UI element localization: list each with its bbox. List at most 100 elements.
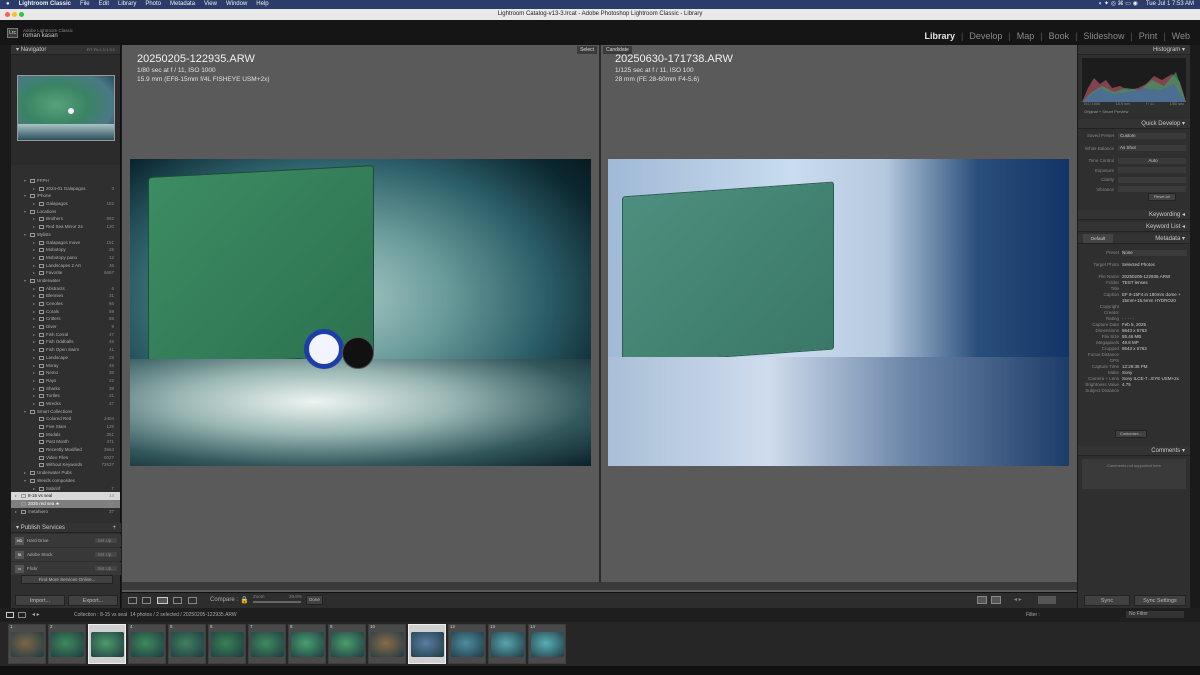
import-button[interactable]: Import...: [15, 595, 65, 606]
publish-setup-button[interactable]: Set Up...: [95, 538, 117, 543]
navigator-thumbnail[interactable]: [17, 75, 115, 141]
nav-arrows-icon[interactable]: ◂ ▸: [32, 611, 40, 618]
collection-row[interactable]: ▸ Rays 22: [11, 377, 120, 385]
people-view-icon[interactable]: [188, 597, 197, 604]
collection-row[interactable]: ▾ FFPH: [11, 177, 120, 185]
collection-row[interactable]: ▸ Wrecks 47: [11, 400, 120, 408]
apple-icon[interactable]: ●: [6, 0, 10, 9]
collection-row[interactable]: ▸ metahiero 37: [11, 508, 120, 516]
sync-settings-button[interactable]: Sync Settings: [1134, 595, 1186, 606]
menu-photo[interactable]: Photo: [145, 0, 161, 9]
filmstrip-thumbnail[interactable]: 6: [208, 624, 246, 664]
collection-row[interactable]: ▸ 2024-01 Galapagos 3: [11, 185, 120, 193]
swap-icon[interactable]: [977, 596, 987, 604]
keyword-list-header[interactable]: Keyword List ◂: [1078, 222, 1190, 232]
toolbar-menu-icon[interactable]: [1038, 596, 1056, 604]
quick-develop-header[interactable]: Quick Develop ▾: [1078, 119, 1190, 129]
metadata-value[interactable]: EF 8-15F4 in 180mm dome + 15mm+15.5mm HY…: [1122, 292, 1187, 304]
collection-row[interactable]: ▸ Red Sea Mirror 24 130: [11, 223, 120, 231]
collection-row[interactable]: Without Keywords 72637: [11, 461, 120, 469]
publish-header[interactable]: ▾ Publish Services +: [11, 523, 121, 533]
app-menu[interactable]: Lightroom Classic: [19, 0, 71, 9]
collection-row[interactable]: Colored Red 2404: [11, 415, 120, 423]
survey-view-icon[interactable]: [173, 597, 182, 604]
filmstrip-source[interactable]: Collection : 8-15 vs seal: [74, 612, 127, 618]
select-photo[interactable]: [130, 159, 591, 466]
metadata-row[interactable]: Subject Distance: [1078, 388, 1190, 394]
collection-row[interactable]: ▸ Underwater Pubs: [11, 469, 120, 477]
compare-view-icon[interactable]: [157, 597, 168, 604]
collection-row[interactable]: Modals 351: [11, 431, 120, 439]
publish-service-row[interactable]: HD Hard Drive Set Up...: [11, 534, 121, 547]
collection-row[interactable]: ▸ Landscape 29: [11, 354, 120, 362]
candidate-pane[interactable]: Candidate 20250630-171738.ARW 1/125 sec …: [601, 45, 1077, 590]
filmstrip-thumbnail[interactable]: 9: [328, 624, 366, 664]
collection-row[interactable]: ▸ Blennies 31: [11, 292, 120, 300]
collection-row[interactable]: ▸ Moray 46: [11, 362, 120, 370]
collection-row[interactable]: ▾ iPhone: [11, 192, 120, 200]
done-button[interactable]: Done: [306, 595, 323, 605]
collection-row[interactable]: ▸ Corals 59: [11, 308, 120, 316]
add-publish-icon[interactable]: +: [112, 523, 116, 532]
collection-row[interactable]: ▸ Galapagos 182: [11, 200, 120, 208]
collection-row[interactable]: Five Stars 125: [11, 423, 120, 431]
collection-row[interactable]: ▸ Cenotes 66: [11, 300, 120, 308]
collection-row[interactable]: ▾ Smart Collections: [11, 408, 120, 416]
publish-service-row[interactable]: St Adobe Stock Set Up...: [11, 548, 121, 561]
collection-row[interactable]: ▸ 2025 red sea ★ 956: [11, 499, 120, 508]
sync-button[interactable]: Sync: [1084, 595, 1130, 606]
reset-all-button[interactable]: Reset All: [1148, 193, 1176, 201]
module-library[interactable]: Library: [924, 31, 955, 41]
filmstrip-thumbnail[interactable]: 13: [488, 624, 526, 664]
comments-header[interactable]: Comments ▾: [1078, 446, 1190, 456]
collection-row[interactable]: ▾ Mylists: [11, 231, 120, 239]
export-button[interactable]: Export...: [68, 595, 118, 606]
histogram[interactable]: [1082, 58, 1186, 102]
module-develop[interactable]: Develop: [969, 31, 1002, 41]
collection-row[interactable]: ▸ Abstracts 6: [11, 285, 120, 293]
collection-row[interactable]: ▸ Landscapes 2 Art 36: [11, 262, 120, 270]
zoom-slider[interactable]: [253, 601, 301, 603]
filmstrip-thumbnail[interactable]: 3: [88, 624, 126, 664]
customize-button[interactable]: Customize...: [1115, 430, 1147, 438]
grid-view-icon[interactable]: [128, 597, 137, 604]
collection-row[interactable]: ▾ Weeds composites: [11, 477, 120, 485]
module-book[interactable]: Book: [1049, 31, 1070, 41]
collection-row[interactable]: ▸ Critters 88: [11, 315, 120, 323]
collection-row[interactable]: ▸ Sharks 38: [11, 385, 120, 393]
menu-view[interactable]: View: [204, 0, 217, 9]
collection-row[interactable]: ▸ Favorite 6657: [11, 269, 120, 277]
collection-row[interactable]: ▸ Brothers 992: [11, 215, 120, 223]
vibrance-stepper[interactable]: [1118, 186, 1186, 193]
saved-preset-select[interactable]: Custom: [1118, 132, 1186, 139]
collection-row[interactable]: ▸ Fish Corral 47: [11, 331, 120, 339]
collection-row[interactable]: ▸ Mobotopy pano 12: [11, 254, 120, 262]
filmstrip-info[interactable]: 14 photos / 2 selected / 20250205-122935…: [130, 612, 237, 618]
navigator-zoom-options[interactable]: FIT FILL 1:1 3:1: [87, 45, 115, 54]
collection-row[interactable]: Past Month 471: [11, 438, 120, 446]
candidate-photo[interactable]: [608, 159, 1069, 466]
publish-service-row[interactable]: •• Flickr Set Up...: [11, 562, 121, 575]
filmstrip-thumbnail[interactable]: 8: [288, 624, 326, 664]
publish-setup-button[interactable]: Set Up...: [95, 566, 117, 571]
collection-row[interactable]: ▸ Nemo 36: [11, 369, 120, 377]
keywording-header[interactable]: Keywording ◂: [1078, 210, 1190, 220]
menu-file[interactable]: File: [80, 0, 90, 9]
filmstrip-thumbnail[interactable]: 5: [168, 624, 206, 664]
collection-row[interactable]: Recently Modified 3663: [11, 446, 120, 454]
collection-row[interactable]: ▸ Turtles 31: [11, 392, 120, 400]
status-icons[interactable]: ◐ ✦ ◎ ⌘ ▭ ◉: [1099, 0, 1138, 9]
collection-row[interactable]: ▸ Sabrinf 7: [11, 485, 120, 493]
make-select-icon[interactable]: [991, 596, 1001, 604]
publish-setup-button[interactable]: Set Up...: [95, 552, 117, 557]
collection-row[interactable]: ▸ Fish Open Swim 41: [11, 346, 120, 354]
collection-row[interactable]: ▸ Diver 9: [11, 323, 120, 331]
histogram-header[interactable]: Histogram ▾: [1078, 45, 1190, 55]
navigator-preview[interactable]: [11, 55, 120, 165]
collection-row[interactable]: ▸ Fish Oddballs 46: [11, 338, 120, 346]
metadata-preset-value[interactable]: None: [1122, 250, 1187, 256]
filmstrip-thumbnail[interactable]: 12: [448, 624, 486, 664]
metadata-header[interactable]: Default Metadata ▾: [1078, 234, 1190, 244]
filmstrip-thumbnail[interactable]: 14: [528, 624, 566, 664]
collection-row[interactable]: ▾ Locations: [11, 208, 120, 216]
